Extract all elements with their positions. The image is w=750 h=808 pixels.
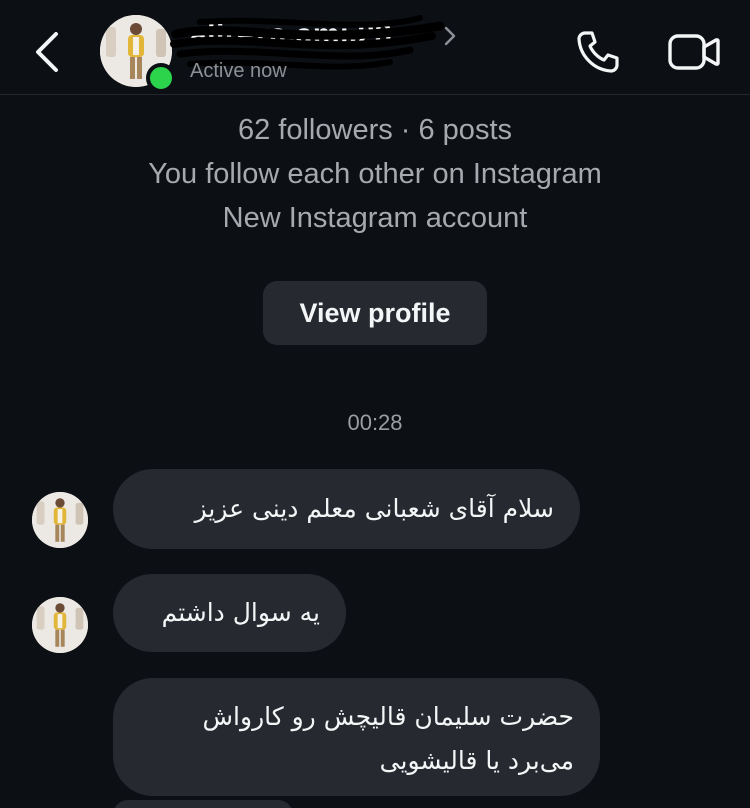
username[interactable]: alireza.ami.23 (190, 18, 392, 52)
view-profile-button[interactable]: View profile (263, 281, 487, 345)
message-text-line-1: حضرت سلیمان قالیچش رو کارواش (202, 702, 574, 731)
sender-avatar[interactable] (32, 597, 88, 653)
message-bubble[interactable]: سلام آقای شعبانی معلم دینی عزیز (113, 469, 580, 549)
message-timestamp: 00:28 (347, 410, 403, 435)
message-text: سلام آقای شعبانی معلم دینی عزیز (194, 494, 554, 523)
phone-icon (577, 31, 619, 73)
sender-avatar[interactable] (32, 492, 88, 548)
audio-call-button[interactable] (570, 24, 626, 80)
dm-chat-screen: alireza.ami.23 Active now 62 followers ·… (0, 0, 750, 808)
chevron-left-icon (36, 32, 58, 72)
followers-count: 62 followers · 6 posts (237, 114, 512, 146)
header-avatar[interactable] (100, 15, 176, 93)
back-button[interactable] (22, 22, 72, 82)
message-bubble-partial[interactable] (113, 800, 293, 808)
video-call-button[interactable] (664, 24, 724, 80)
online-status-dot (146, 63, 176, 93)
account-age-note: New Instagram account (222, 202, 528, 234)
mutual-follow-note: You follow each other on Instagram (148, 158, 602, 190)
active-status: Active now (190, 60, 287, 82)
chevron-right-icon[interactable] (440, 24, 460, 48)
message-bubble[interactable]: یه سوال داشتم (113, 574, 346, 652)
message-text-line-2: می‌برد یا قالیشویی (379, 746, 574, 775)
chat-header: alireza.ami.23 Active now (0, 0, 750, 95)
message-bubble[interactable]: حضرت سلیمان قالیچش رو کارواش می‌برد یا ق… (113, 678, 600, 796)
message-text: یه سوال داشتم (161, 598, 320, 627)
video-camera-icon (668, 34, 720, 70)
